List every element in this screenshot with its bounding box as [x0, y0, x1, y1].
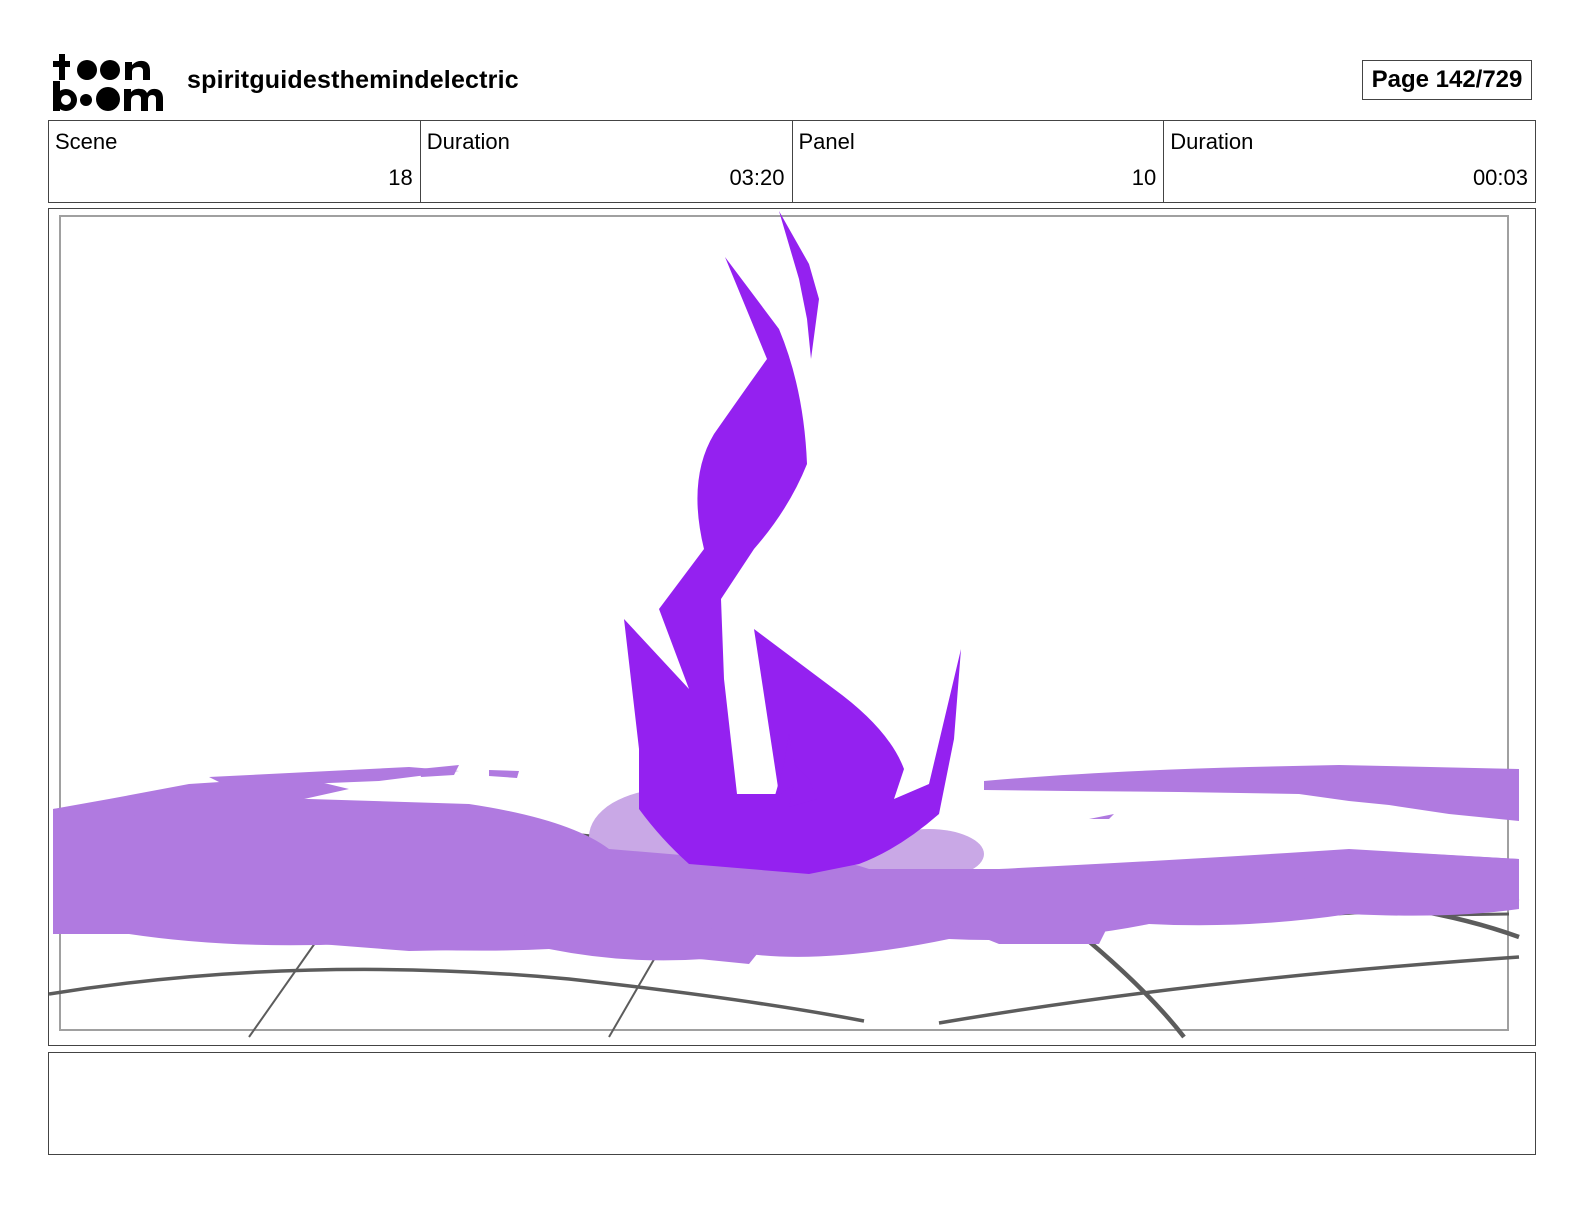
panel-cell: Panel 10 — [793, 121, 1165, 202]
scene-cell: Scene 18 — [49, 121, 421, 202]
storyboard-panel-image — [48, 208, 1536, 1046]
panel-duration-label: Duration — [1170, 129, 1254, 154]
toon-boom-logo — [50, 50, 165, 114]
panel-info-table: Scene 18 Duration 03:20 Panel 10 Duratio… — [48, 120, 1536, 203]
panel-notes-box — [48, 1052, 1536, 1155]
scene-duration-cell: Duration 03:20 — [421, 121, 793, 202]
scene-label: Scene — [55, 129, 118, 154]
page-indicator: Page 142/729 — [1362, 60, 1532, 100]
purple-flame — [624, 211, 961, 874]
scene-duration-value: 03:20 — [729, 165, 785, 190]
panel-drawing — [49, 211, 1520, 1039]
panel-label: Panel — [798, 129, 855, 154]
scene-value: 18 — [388, 165, 413, 190]
panel-duration-cell: Duration 00:03 — [1164, 121, 1535, 202]
project-title: spiritguidesthemindelectric — [187, 66, 519, 94]
panel-duration-value: 00:03 — [1472, 165, 1528, 190]
scene-duration-label: Duration — [426, 129, 510, 154]
panel-value: 10 — [1131, 165, 1157, 190]
